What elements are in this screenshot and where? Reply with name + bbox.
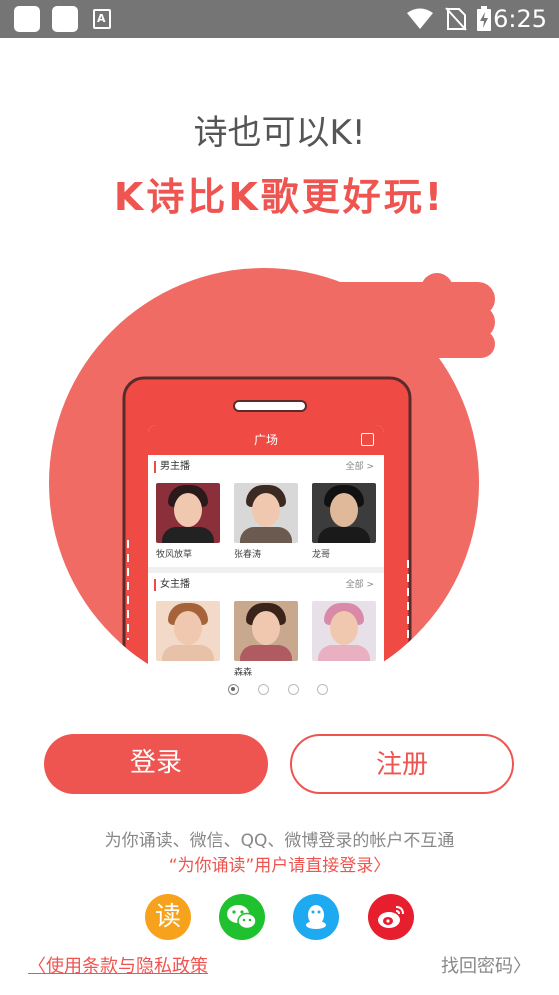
carousel-dot-active[interactable]: [228, 684, 239, 695]
wechat-login-button[interactable]: [219, 894, 265, 940]
notification-icon: [52, 6, 78, 32]
anchor-name: 张春涛: [234, 550, 262, 560]
wifi-icon: [407, 8, 433, 29]
weibo-login-button[interactable]: [368, 894, 414, 940]
avatar: [312, 483, 376, 543]
register-button[interactable]: 注册: [290, 734, 514, 794]
hero-stripe: [360, 330, 495, 358]
phone-speaker: [233, 400, 307, 412]
anchor-name: 森森: [234, 668, 253, 678]
section-more-link: 全部 >: [345, 580, 374, 590]
notification-letter: A: [97, 12, 106, 25]
preview-header-title: 广场: [253, 433, 278, 447]
anchor-card: [156, 601, 220, 679]
avatar: [156, 601, 220, 661]
qq-login-button[interactable]: [293, 894, 339, 940]
battery-charging-icon: [477, 6, 491, 31]
anchor-name: [156, 665, 220, 679]
carousel-dot[interactable]: [288, 684, 299, 695]
weibo-icon: [378, 906, 404, 928]
qq-penguin-icon: [306, 905, 326, 929]
carousel-dot[interactable]: [317, 684, 328, 695]
tagline-secondary: K诗比K歌更好玩!: [113, 175, 446, 219]
section-header: 男主播 全部 >: [148, 455, 384, 479]
tagline-primary: 诗也可以K!: [193, 113, 366, 153]
phone-screen-preview: 广场 男主播 全部 > 牧风放草 张春涛 龙哥 女主播 全部 > 森森: [148, 425, 384, 683]
anchor-row: 牧风放草 张春涛 龙哥: [148, 479, 384, 561]
avatar: [156, 483, 220, 543]
read-logo-icon: 读: [154, 902, 181, 932]
avatar: [312, 601, 376, 661]
clock: 6:25: [493, 5, 547, 33]
carousel-dot[interactable]: [258, 684, 269, 695]
no-sim-icon: [445, 7, 467, 31]
status-bar: A 6:25: [0, 0, 559, 38]
keyboard-notification-icon: A: [93, 9, 111, 29]
wechat-icon: [227, 905, 257, 930]
section-title: 女主播: [160, 579, 190, 590]
hero-bubble: [421, 273, 453, 305]
section-more-link: 全部 >: [345, 462, 374, 472]
anchor-card: 森森: [234, 601, 298, 679]
direct-login-link[interactable]: “为你诵读”用户请直接登录〉: [0, 851, 559, 876]
anchor-card: 张春涛: [234, 483, 298, 561]
read-login-button[interactable]: 读: [145, 894, 191, 940]
anchor-card: 龙哥: [312, 483, 376, 561]
anchor-name: [312, 665, 376, 679]
anchor-name: 牧风放草: [156, 550, 193, 560]
section-header: 女主播 全部 >: [148, 573, 384, 597]
notification-icon: [14, 6, 40, 32]
avatar: [234, 483, 298, 543]
forgot-password-link[interactable]: 找回密码〉: [441, 952, 531, 978]
carousel-indicator: [0, 684, 559, 698]
anchor-card: [312, 601, 376, 679]
account-notice: 为你诵读、微信、QQ、微博登录的帐户不互通: [104, 831, 455, 851]
login-button[interactable]: 登录: [44, 734, 268, 794]
anchor-row: 森森: [148, 597, 384, 679]
preview-header: 广场: [148, 425, 384, 455]
share-icon: [361, 433, 374, 446]
anchor-name: 龙哥: [312, 550, 331, 560]
anchor-card: 牧风放草: [156, 483, 220, 561]
section-title: 男主播: [160, 461, 190, 472]
avatar: [234, 601, 298, 661]
terms-privacy-link[interactable]: 〈使用条款与隐私政策: [28, 952, 208, 978]
